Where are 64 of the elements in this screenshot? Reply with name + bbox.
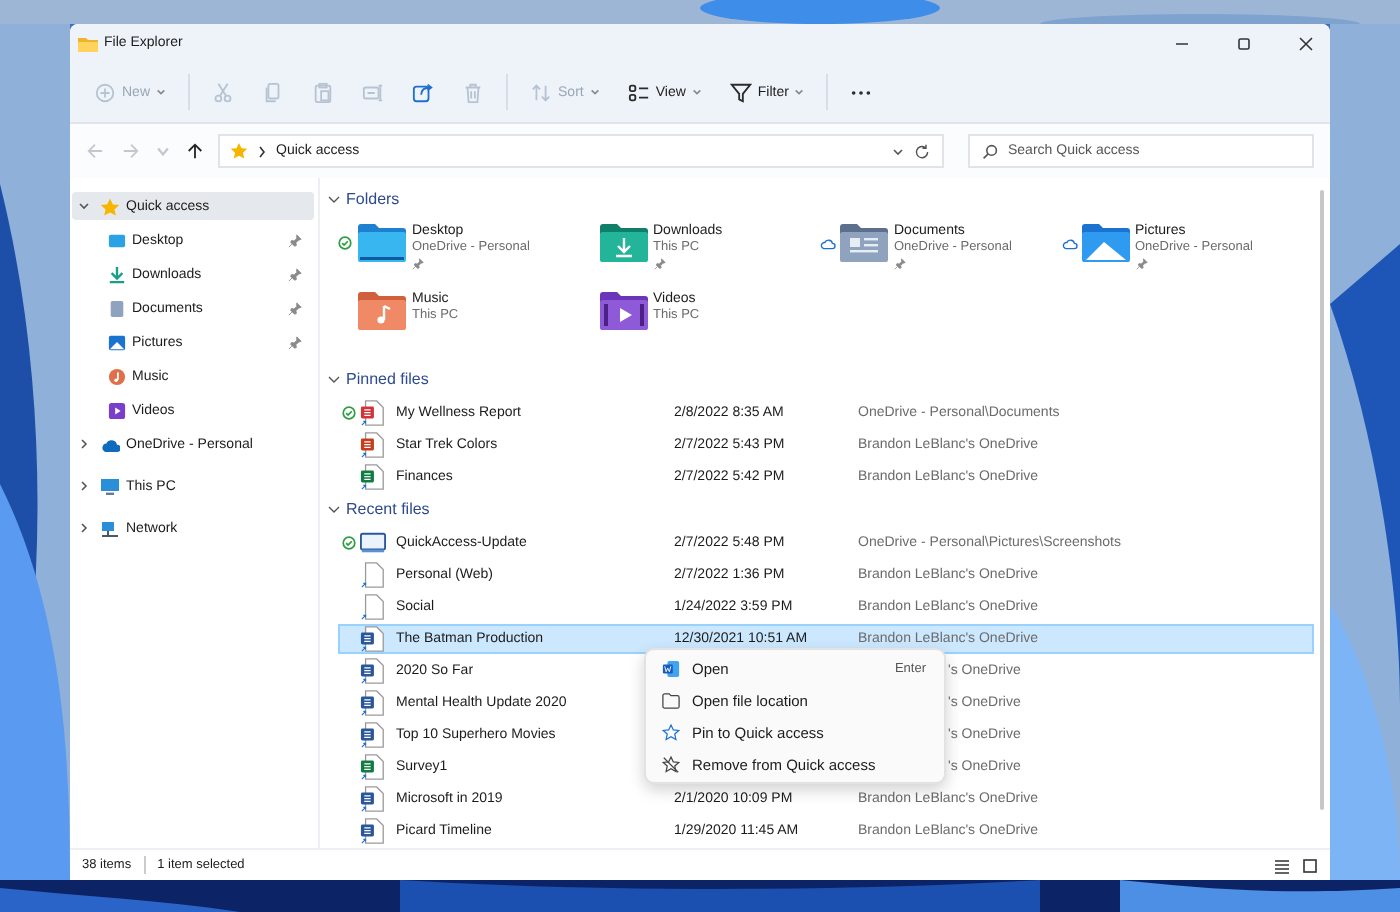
- music-folder-icon: [358, 292, 406, 331]
- doc-file-icon: [360, 658, 386, 685]
- details-view-icon[interactable]: [1274, 857, 1290, 874]
- desktop-folder-icon: [358, 224, 406, 263]
- documents-folder-icon: [840, 224, 888, 263]
- ppt-file-icon: [360, 432, 386, 459]
- downloads-icon: [108, 265, 126, 284]
- chevron-icon[interactable]: [78, 438, 90, 451]
- doc-file-icon: [360, 626, 386, 653]
- trash-icon: [462, 81, 485, 104]
- section-header[interactable]: Recent files: [328, 494, 430, 523]
- clipboard-icon: [312, 81, 335, 104]
- pictures-icon: [108, 333, 126, 352]
- section-header[interactable]: Pinned files: [328, 364, 429, 393]
- pin-icon: [662, 723, 680, 742]
- chevron-icon[interactable]: [78, 200, 90, 213]
- filter-icon: [729, 81, 752, 104]
- documents-icon: [108, 299, 126, 318]
- folder-icon: [78, 35, 98, 52]
- music-icon: [108, 367, 126, 386]
- chevron-icon[interactable]: [78, 480, 90, 493]
- pc-icon: [100, 477, 120, 496]
- folder-icon: [662, 691, 680, 710]
- close-icon[interactable]: [1298, 35, 1314, 52]
- view-icon: [627, 81, 650, 104]
- caret-icon: [155, 145, 169, 158]
- doc-file-icon: [360, 786, 386, 813]
- forward-arrow-icon: [121, 142, 139, 161]
- xls-file-icon: [360, 464, 386, 491]
- cloud-icon: [100, 435, 120, 454]
- back-arrow-icon: [85, 142, 103, 161]
- rename-icon: [362, 81, 385, 104]
- pictures-folder-icon: [1081, 224, 1129, 263]
- refresh-icon[interactable]: [914, 143, 930, 160]
- blank-file-icon: [360, 562, 386, 589]
- copy-icon: [262, 81, 285, 104]
- videos-folder-icon: [599, 292, 647, 331]
- chevron-icon[interactable]: [78, 522, 90, 535]
- doc-file-icon: [360, 690, 386, 717]
- pdf-file-icon: [360, 400, 386, 427]
- blank-file-icon: [360, 594, 386, 621]
- section-header[interactable]: Folders: [328, 184, 400, 213]
- share-icon: [412, 81, 435, 104]
- doc-file-icon: [360, 722, 386, 749]
- videos-icon: [108, 401, 126, 420]
- search-icon: [982, 143, 998, 160]
- dropdown-icon[interactable]: [892, 147, 904, 156]
- star-icon: [230, 142, 248, 161]
- doc-file-icon: [360, 818, 386, 845]
- xls-file-icon: [360, 754, 386, 781]
- downloads-folder-icon: [599, 224, 647, 263]
- maximize-icon[interactable]: [1236, 35, 1252, 52]
- tiles-view-icon[interactable]: [1302, 857, 1318, 874]
- star-icon: [100, 197, 120, 216]
- desktop-icon: [108, 231, 126, 250]
- chevron-icon: [258, 145, 266, 158]
- word-icon: [662, 659, 680, 678]
- screen-file-icon: [360, 530, 386, 557]
- scissors-icon: [212, 81, 235, 104]
- unpin-icon: [662, 755, 680, 774]
- sort-icon: [530, 81, 553, 104]
- network-icon: [100, 519, 120, 538]
- plus-circle-icon: [94, 81, 116, 104]
- up-arrow-icon: [185, 142, 203, 161]
